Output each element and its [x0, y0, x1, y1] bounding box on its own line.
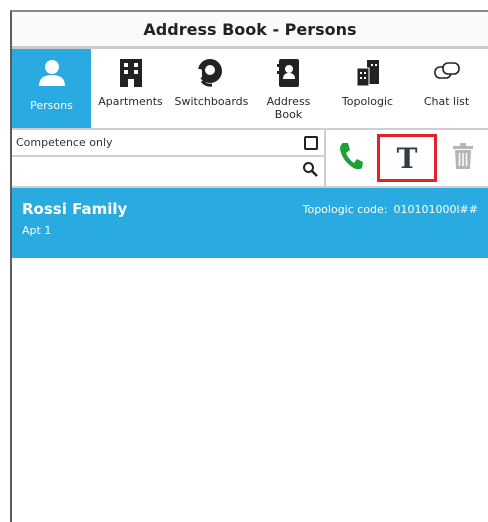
call-button[interactable]: [327, 134, 375, 182]
topologic-t-icon: T: [396, 141, 418, 175]
competence-filter: Competence only: [12, 130, 324, 157]
search-row: [12, 157, 324, 184]
action-buttons: T: [326, 130, 488, 186]
topologic-code-label: Topologic code:: [302, 203, 388, 216]
search-icon[interactable]: [302, 161, 318, 180]
search-input[interactable]: [16, 159, 302, 182]
tab-address-book[interactable]: Address Book: [249, 49, 328, 128]
competence-checkbox[interactable]: [304, 135, 318, 150]
tab-label: Topologic: [341, 95, 394, 108]
person-icon: [37, 55, 67, 91]
tab-bar: Persons Apartments Switchboards Address …: [12, 49, 488, 130]
building-icon: [118, 55, 144, 91]
filter-panel: Competence only: [12, 130, 326, 186]
tab-label: Address Book: [266, 95, 311, 121]
tab-apartments[interactable]: Apartments: [91, 49, 170, 128]
headset-icon: [194, 55, 226, 91]
phone-icon: [338, 141, 364, 175]
topologic-button[interactable]: T: [377, 134, 437, 182]
apartment-label: Apt 1: [22, 224, 52, 237]
address-book-icon: [276, 55, 302, 91]
chat-icon: [433, 55, 461, 91]
tab-chat-list[interactable]: Chat list: [407, 49, 486, 128]
tab-topologic[interactable]: Topologic: [328, 49, 407, 128]
topologic-code: Topologic code: 010101000l##: [303, 203, 478, 216]
tab-label: Switchboards: [174, 95, 249, 108]
trash-icon: [452, 142, 474, 174]
tab-label: Persons: [30, 99, 73, 112]
tab-label: Apartments: [98, 95, 163, 108]
tab-switchboards[interactable]: Switchboards: [170, 49, 249, 128]
competence-label: Competence only: [16, 136, 113, 149]
window-title: Address Book - Persons: [12, 12, 488, 49]
topologic-code-value: 010101000l##: [393, 203, 478, 216]
toolbar: Competence only T: [12, 130, 488, 188]
tab-persons[interactable]: Persons: [12, 49, 91, 128]
buildings-icon: [353, 55, 383, 91]
list-item[interactable]: Rossi Family Apt 1 Topologic code: 010101…: [12, 188, 488, 258]
delete-button[interactable]: [439, 134, 487, 182]
address-book-window: Address Book - Persons Persons Apartment…: [10, 10, 488, 522]
tab-label: Chat list: [423, 95, 470, 108]
